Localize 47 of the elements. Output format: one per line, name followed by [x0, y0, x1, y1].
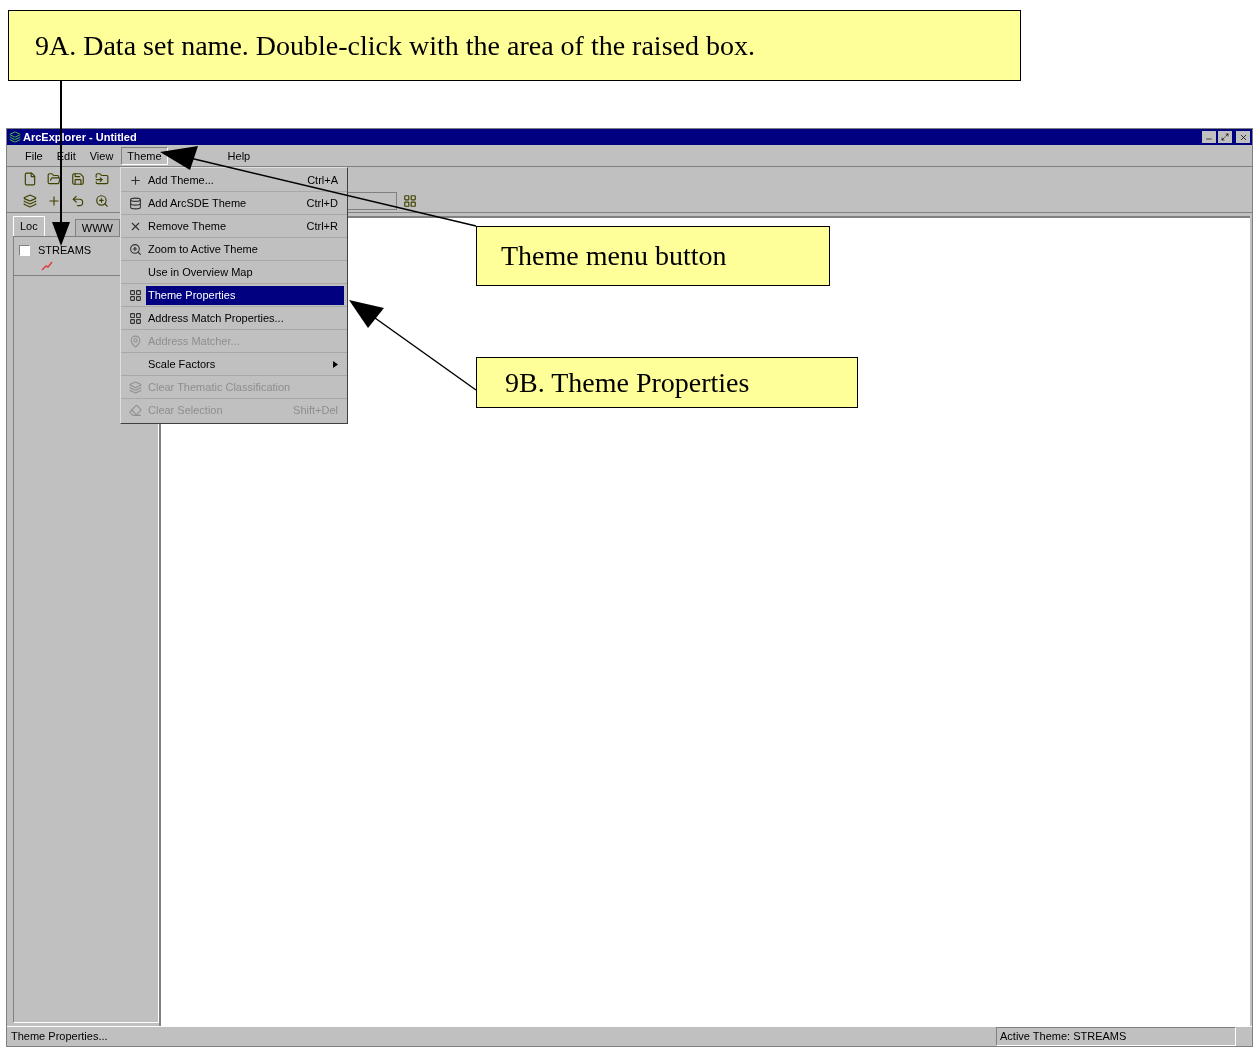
menu-entry[interactable]: Scale Factors — [146, 354, 344, 374]
undo-icon — [71, 194, 85, 208]
menu-entry[interactable]: Use in Overview Map — [146, 262, 344, 282]
menu-entry[interactable]: Add ArcSDE Theme Ctrl+D — [146, 193, 344, 213]
legend-tab[interactable]: WWW — [74, 219, 120, 236]
zoom-icon — [128, 242, 142, 256]
close-button[interactable] — [1236, 131, 1250, 143]
line-symbol-icon — [41, 260, 53, 271]
menu-item[interactable]: File — [19, 146, 49, 165]
maximize-button[interactable] — [1218, 131, 1232, 143]
callout-box: 9A. Data set name. Double-click with the area of the raised box. — [8, 10, 1021, 81]
folder-icon — [95, 171, 109, 186]
menu-entry[interactable]: Address Match Properties... — [146, 308, 344, 328]
menu-entry[interactable]: Remove Theme Ctrl+R — [146, 216, 344, 236]
layers-icon — [23, 194, 37, 208]
theme-name[interactable]: STREAMS — [38, 242, 92, 259]
window-icon — [128, 288, 142, 302]
menu-item[interactable]: Theme — [121, 146, 168, 165]
submenu-arrow-icon — [333, 360, 338, 368]
window-icon — [403, 194, 417, 208]
theme-checkbox[interactable] — [19, 244, 30, 256]
maximize-icon — [1221, 133, 1229, 141]
database-icon — [128, 196, 142, 210]
plus-icon — [47, 194, 61, 208]
callout-box: Theme menu button — [476, 226, 830, 286]
menu-entry[interactable]: Add Theme... Ctrl+A — [146, 170, 344, 190]
layers-icon — [128, 380, 142, 394]
close-icon — [1238, 132, 1248, 142]
app-logo-icon — [9, 131, 21, 143]
zoom-icon — [95, 194, 109, 208]
folder-icon — [47, 171, 61, 186]
menu-item[interactable]: Help — [221, 146, 257, 165]
pin-icon — [128, 334, 142, 348]
eraser-icon — [128, 404, 142, 417]
legend-tab[interactable]: Loc — [13, 216, 45, 236]
menu-entry[interactable]: Zoom to Active Theme — [146, 239, 344, 259]
status-message: Theme Properties... — [11, 1029, 109, 1045]
window-title: ArcExplorer - Untitled — [23, 129, 137, 145]
minimize-icon — [1205, 135, 1213, 143]
menu-entry[interactable]: Theme Properties — [146, 285, 344, 305]
save-icon — [71, 171, 85, 186]
callout-box: 9B. Theme Properties — [476, 357, 858, 408]
new-document-icon — [23, 171, 37, 186]
window-icon — [128, 311, 142, 325]
plus-icon — [128, 173, 142, 187]
menu-item[interactable]: View — [83, 146, 120, 165]
active-theme-status: Active Theme: STREAMS — [996, 1027, 1236, 1046]
